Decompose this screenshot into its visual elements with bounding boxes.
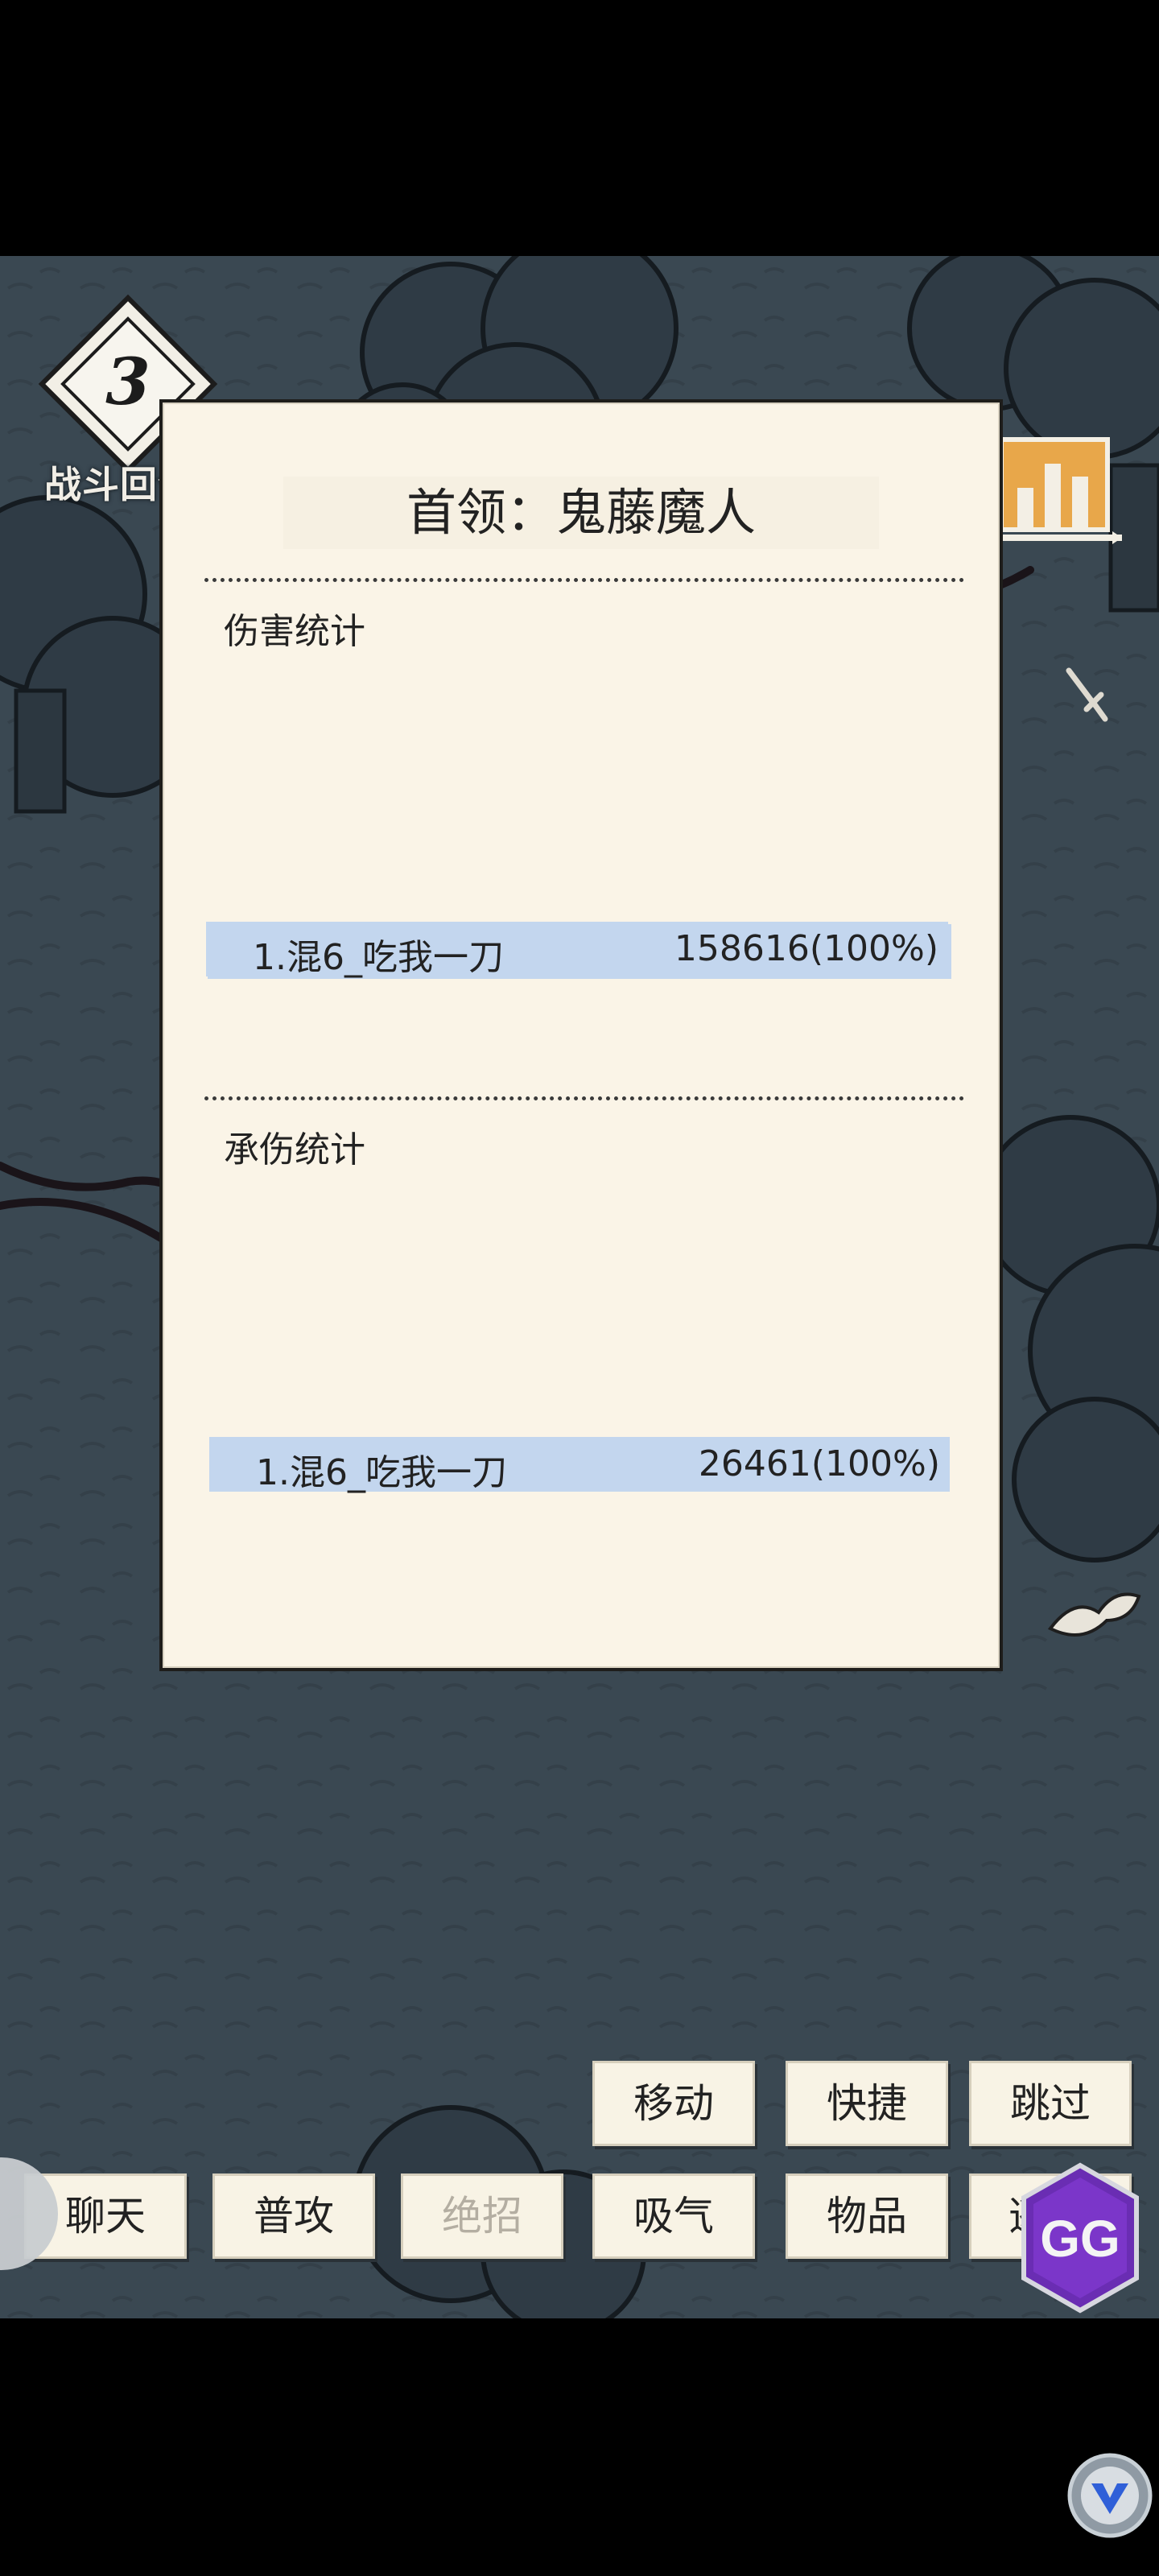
skip-button[interactable]: 跳过	[969, 2061, 1132, 2146]
svg-text:GG: GG	[1040, 2210, 1120, 2268]
taken-row: 1.混6_吃我一刀 26461(100%)	[209, 1437, 950, 1493]
player-name: 1.混6_吃我一刀	[253, 937, 504, 978]
title-box: 首领：鬼藤魔人	[283, 477, 879, 549]
panel-title: 首领：鬼藤魔人	[406, 483, 756, 542]
breathe-button[interactable]: 吸气	[592, 2174, 755, 2259]
taken-section-label: 承伤统计	[224, 1129, 365, 1170]
svg-text:3: 3	[105, 344, 151, 419]
player-name: 1.混6_吃我一刀	[256, 1452, 507, 1493]
ultimate-button[interactable]: 绝招	[401, 2174, 563, 2259]
screen: 3 战斗回合 1 首领：鬼藤魔人 伤害统计 承伤统计 1	[0, 0, 1159, 2576]
quick-button[interactable]: 快捷	[786, 2061, 948, 2146]
gg-icon[interactable]: GG	[1016, 2161, 1145, 2314]
damage-value: 158616(100%)	[674, 928, 938, 969]
leaf-icon	[1047, 1592, 1141, 1637]
divider	[204, 578, 964, 582]
items-button[interactable]: 物品	[786, 2174, 948, 2259]
taken-value: 26461(100%)	[698, 1443, 940, 1484]
damage-row: 1.混6_吃我一刀 158616(100%)	[206, 922, 948, 978]
move-button[interactable]: 移动	[592, 2061, 755, 2146]
damage-section-label: 伤害统计	[224, 611, 365, 652]
attack-button[interactable]: 普攻	[212, 2174, 375, 2259]
sword-icon	[1066, 667, 1108, 722]
v-icon[interactable]	[1066, 2451, 1154, 2540]
divider	[204, 1096, 964, 1100]
